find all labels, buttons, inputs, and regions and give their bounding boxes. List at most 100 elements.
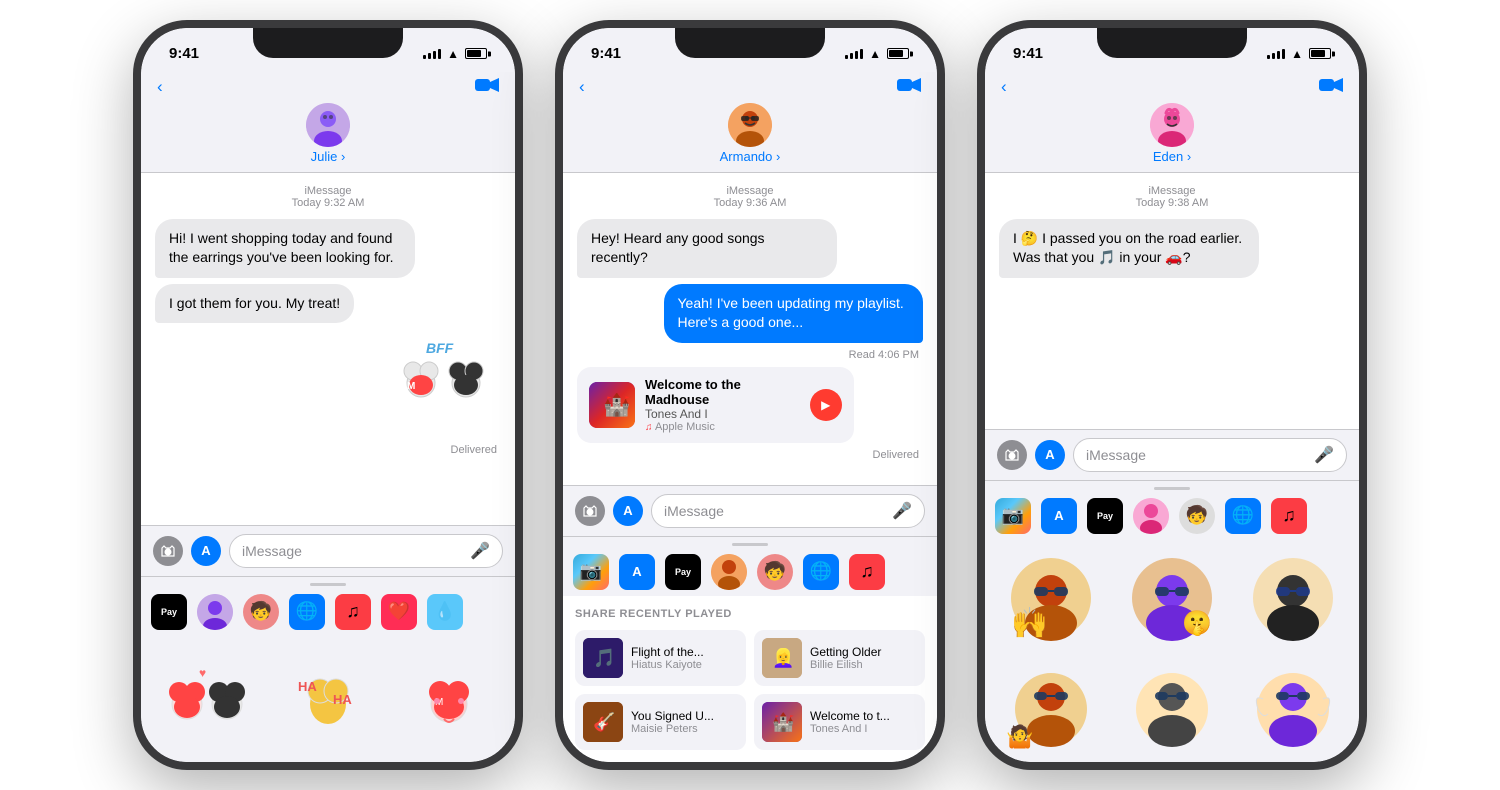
memoji-3[interactable] bbox=[1243, 548, 1343, 648]
apps-button-2[interactable]: A bbox=[613, 496, 643, 526]
wifi-icon-3: ▲ bbox=[1291, 47, 1303, 61]
video-button-1[interactable] bbox=[475, 76, 499, 99]
svg-text:BFF: BFF bbox=[426, 340, 454, 356]
drawer-applepay-1[interactable]: Pay bbox=[151, 594, 187, 630]
app-drawer-2: 📷 A Pay 🧒 🌐 ♫ bbox=[563, 536, 937, 596]
track-3: You Signed U... bbox=[631, 709, 738, 723]
play-button-1[interactable]: ▶ bbox=[810, 389, 842, 421]
drawer-appstore-2[interactable]: A bbox=[619, 554, 655, 590]
contact-name-1[interactable]: Julie › bbox=[311, 149, 346, 164]
artist-2: Billie Eilish bbox=[810, 659, 917, 671]
imessage-input-3[interactable]: iMessage 🎤 bbox=[1073, 438, 1347, 472]
drawer-applepay-2[interactable]: Pay bbox=[665, 554, 701, 590]
camera-button-1[interactable] bbox=[153, 536, 183, 566]
music-panel-thumb-4: 🏰 bbox=[762, 702, 802, 742]
signal-bar bbox=[1267, 55, 1270, 59]
memoji-2[interactable]: 🤫 bbox=[1122, 548, 1222, 648]
messages-area-3[interactable]: iMessageToday 9:38 AM I 🤔 I passed you o… bbox=[985, 173, 1359, 429]
drawer-memoji-3[interactable] bbox=[1133, 498, 1169, 534]
drawer-music-1[interactable]: ♫ bbox=[335, 594, 371, 630]
artist-1: Hiatus Kaiyote bbox=[631, 659, 738, 671]
memoji-6[interactable] bbox=[1243, 654, 1343, 754]
memoji-1[interactable]: 🙌 bbox=[1001, 548, 1101, 648]
music-info-1: Welcome to the Madhouse Tones And I ♫ Ap… bbox=[645, 377, 800, 433]
messages-area-1[interactable]: iMessageiMessage Today 9:32 AMToday 9:32… bbox=[141, 173, 515, 525]
drawer-heart-1[interactable]: ❤️ bbox=[381, 594, 417, 630]
sticker-3[interactable]: M bbox=[394, 644, 504, 754]
drawer-globe-1[interactable]: 🌐 bbox=[289, 594, 325, 630]
music-panel-1[interactable]: SHARE RECENTLY PLAYED 🎵 Flight of the...… bbox=[563, 596, 937, 762]
drawer-music-3[interactable]: ♫ bbox=[1271, 498, 1307, 534]
sticker-bff: M BFF bbox=[391, 333, 501, 438]
apps-button-1[interactable]: A bbox=[191, 536, 221, 566]
music-panel-title: SHARE RECENTLY PLAYED bbox=[575, 608, 925, 620]
msg-bubble-received-4: I 🤔 I passed you on the road earlier. Wa… bbox=[999, 219, 1259, 278]
msg-status-1: Delivered bbox=[155, 444, 497, 456]
sticker-2[interactable]: HA HA bbox=[273, 644, 383, 754]
music-panel-item-2[interactable]: 👱‍♀️ Getting Older Billie Eilish bbox=[754, 630, 925, 686]
svg-text:🎵: 🎵 bbox=[593, 648, 615, 668]
wifi-icon-1: ▲ bbox=[447, 47, 459, 61]
sticker-1[interactable]: ♥ bbox=[152, 644, 262, 754]
music-panel-item-3[interactable]: 🎸 You Signed U... Maisie Peters bbox=[575, 694, 746, 750]
music-panel-item-4[interactable]: 🏰 Welcome to t... Tones And I bbox=[754, 694, 925, 750]
drawer-memoji2-1[interactable]: 🧒 bbox=[243, 594, 279, 630]
drawer-icons-2: 📷 A Pay 🧒 🌐 ♫ bbox=[573, 554, 927, 590]
drawer-appstore-3[interactable]: A bbox=[1041, 498, 1077, 534]
music-panel-item-1[interactable]: 🎵 Flight of the... Hiatus Kaiyote bbox=[575, 630, 746, 686]
back-button-2[interactable]: ‹ bbox=[579, 77, 585, 97]
audio-icon-1[interactable]: 🎤 bbox=[470, 541, 490, 561]
drawer-memoji4-3[interactable]: 🧒 bbox=[1179, 498, 1215, 534]
back-button-3[interactable]: ‹ bbox=[1001, 77, 1007, 97]
imessage-input-1[interactable]: iMessage 🎤 bbox=[229, 534, 503, 568]
msg-timestamp-3: iMessageToday 9:38 AM bbox=[999, 185, 1345, 209]
app-drawer-1: Pay 🧒 🌐 ♫ ❤️ 💧 bbox=[141, 576, 515, 636]
music-panel-info-1: Flight of the... Hiatus Kaiyote bbox=[631, 645, 738, 671]
memoji-5[interactable] bbox=[1122, 654, 1222, 754]
contact-name-3[interactable]: Eden › bbox=[1153, 149, 1191, 164]
battery-fill-3 bbox=[1311, 50, 1325, 57]
music-card-1[interactable]: 🏰 Welcome to the Madhouse Tones And I ♫ … bbox=[577, 367, 854, 443]
signal-bar bbox=[428, 53, 431, 59]
artist-3: Maisie Peters bbox=[631, 723, 738, 735]
drawer-memoji3-2[interactable]: 🧒 bbox=[757, 554, 793, 590]
drawer-applepay-3[interactable]: Pay bbox=[1087, 498, 1123, 534]
status-icons-2: ▲ bbox=[845, 47, 909, 61]
drawer-photos-2[interactable]: 📷 bbox=[573, 554, 609, 590]
video-button-2[interactable] bbox=[897, 76, 921, 99]
back-button-1[interactable]: ‹ bbox=[157, 77, 163, 97]
drawer-globe-2[interactable]: 🌐 bbox=[803, 554, 839, 590]
camera-button-3[interactable] bbox=[997, 440, 1027, 470]
drawer-indicator-2 bbox=[732, 543, 768, 546]
drawer-memoji-2[interactable] bbox=[711, 554, 747, 590]
imessage-input-2[interactable]: iMessage 🎤 bbox=[651, 494, 925, 528]
phone-3: 9:41 ▲ bbox=[977, 20, 1367, 770]
memoji-panel-1[interactable]: 🙌 🤫 bbox=[985, 540, 1359, 762]
input-placeholder-2: iMessage bbox=[664, 503, 724, 519]
messages-area-2[interactable]: iMessageToday 9:36 AM Hey! Heard any goo… bbox=[563, 173, 937, 485]
memoji-4[interactable]: 🤷 bbox=[1001, 654, 1101, 754]
signal-bar bbox=[850, 53, 853, 59]
track-1: Flight of the... bbox=[631, 645, 738, 659]
avatar-3: Eden › bbox=[1150, 103, 1194, 164]
input-bar-2: A iMessage 🎤 bbox=[563, 485, 937, 536]
audio-icon-2[interactable]: 🎤 bbox=[892, 501, 912, 521]
status-time-1: 9:41 bbox=[169, 45, 199, 62]
signal-bar bbox=[1272, 53, 1275, 59]
music-panel-thumb-3: 🎸 bbox=[583, 702, 623, 742]
video-button-3[interactable] bbox=[1319, 76, 1343, 99]
apps-button-3[interactable]: A bbox=[1035, 440, 1065, 470]
track-4: Welcome to t... bbox=[810, 709, 917, 723]
drawer-indicator-3 bbox=[1154, 487, 1190, 490]
status-icons-3: ▲ bbox=[1267, 47, 1331, 61]
drawer-music-2[interactable]: ♫ bbox=[849, 554, 885, 590]
drawer-memoji-1[interactable] bbox=[197, 594, 233, 630]
audio-icon-3[interactable]: 🎤 bbox=[1314, 445, 1334, 465]
drawer-teal-1[interactable]: 💧 bbox=[427, 594, 463, 630]
contact-name-2[interactable]: Armando › bbox=[720, 149, 781, 164]
sticker-panel-1[interactable]: ♥ HA HA bbox=[141, 636, 515, 762]
drawer-indicator-1 bbox=[310, 583, 346, 586]
drawer-photos-3[interactable]: 📷 bbox=[995, 498, 1031, 534]
camera-button-2[interactable] bbox=[575, 496, 605, 526]
drawer-globe-3[interactable]: 🌐 bbox=[1225, 498, 1261, 534]
